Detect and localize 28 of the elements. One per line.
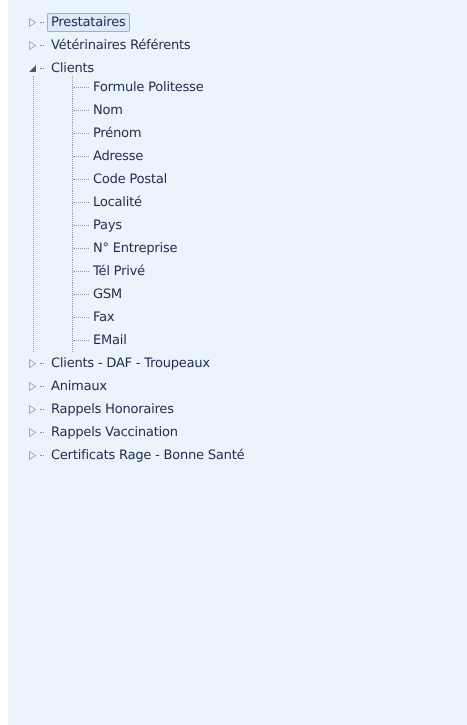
tree-item[interactable]: N° Entreprise <box>89 239 182 258</box>
tree-item[interactable]: Certificats Rage - Bonne Santé <box>47 446 248 465</box>
tree-item[interactable]: Adresse <box>89 147 148 166</box>
tree-item[interactable]: Tél Privé <box>89 262 149 281</box>
expand-triangle-icon[interactable] <box>28 41 37 50</box>
tree-item[interactable]: Fax <box>89 308 118 327</box>
tree-item[interactable]: Localité <box>89 193 146 212</box>
tree-item[interactable]: Prénom <box>89 124 146 143</box>
tree-item[interactable]: Prestataires <box>47 13 130 32</box>
expand-triangle-icon[interactable] <box>28 18 37 27</box>
tree-item[interactable]: Animaux <box>47 377 111 396</box>
expand-triangle-icon[interactable] <box>28 428 37 437</box>
expand-triangle-icon[interactable] <box>28 451 37 460</box>
tree-item[interactable]: Clients <box>47 59 98 78</box>
tree-item[interactable]: Code Postal <box>89 170 171 189</box>
tree-item[interactable]: GSM <box>89 285 126 304</box>
tree-item[interactable]: Rappels Honoraires <box>47 400 178 419</box>
tree-item[interactable]: Pays <box>89 216 126 235</box>
tree-item[interactable]: Vétérinaires Référents <box>47 36 195 55</box>
tree-item[interactable]: EMail <box>89 331 131 350</box>
expand-triangle-icon[interactable] <box>28 405 37 414</box>
expand-triangle-icon[interactable] <box>28 359 37 368</box>
expand-triangle-icon[interactable] <box>28 382 37 391</box>
tree-item[interactable]: Formule Politesse <box>89 78 208 97</box>
tree-item[interactable]: Clients - DAF - Troupeaux <box>47 354 214 373</box>
tree-item[interactable]: Nom <box>89 101 127 120</box>
tree-item[interactable]: Rappels Vaccination <box>47 423 182 442</box>
collapse-triangle-icon[interactable] <box>28 64 37 73</box>
